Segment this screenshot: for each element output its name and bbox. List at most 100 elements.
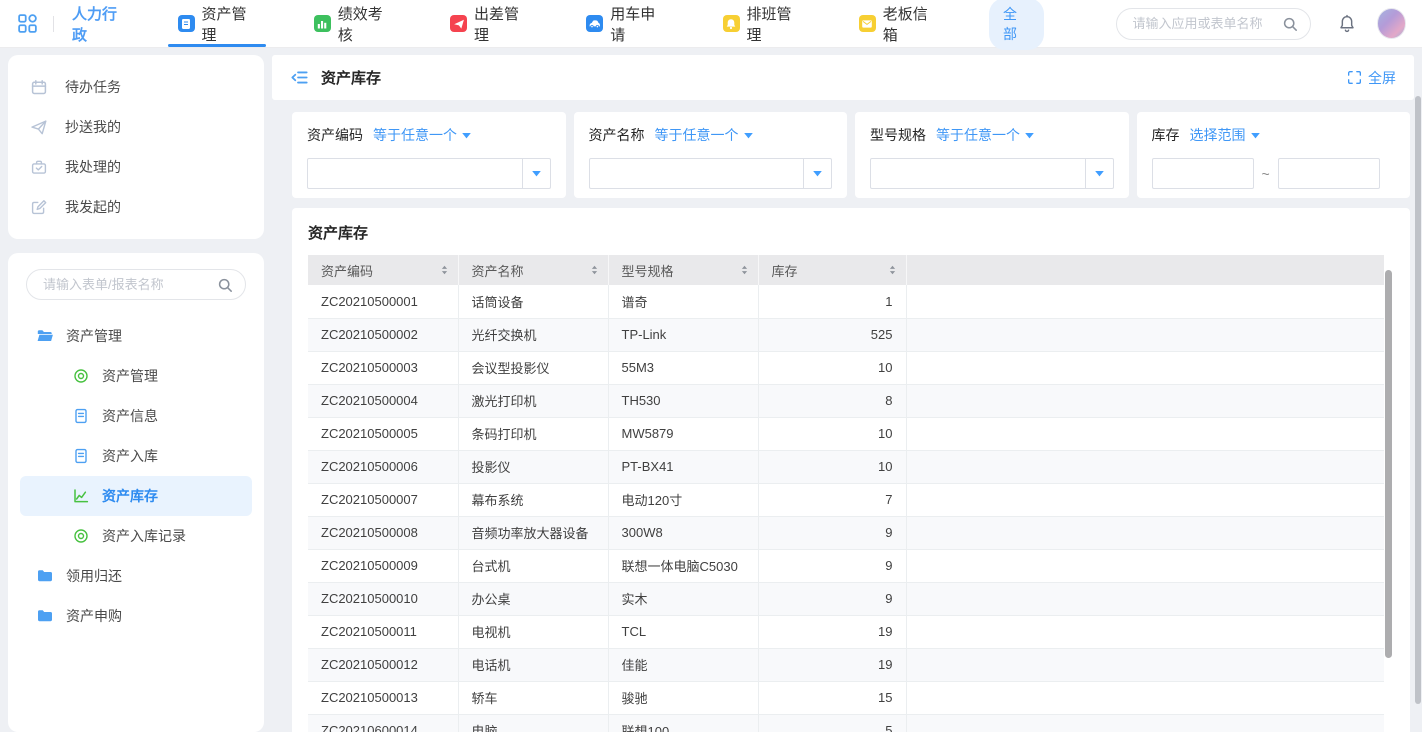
cell-empty (906, 450, 1384, 483)
tree-item-label: 领用归还 (66, 566, 122, 586)
cell-asset-name: 条码打印机 (458, 417, 608, 450)
table-row[interactable]: ZC20210500002光纤交换机TP-Link525 (308, 318, 1384, 351)
table-row[interactable]: ZC20210500012电话机佳能19 (308, 648, 1384, 681)
filter-head: 资产名称等于任意一个 (589, 125, 833, 145)
table-row[interactable]: ZC20210500003会议型投影仪55M310 (308, 351, 1384, 384)
cell-model-spec: 联想100 (608, 714, 758, 732)
cell-stock: 8 (758, 384, 906, 417)
fullscreen-button[interactable]: 全屏 (1347, 68, 1396, 88)
select-arrow-icon[interactable] (522, 159, 550, 188)
tree-item-2[interactable]: 资产管理 (20, 356, 252, 396)
tree-item-1[interactable]: 资产管理 (20, 316, 252, 356)
quick-item-label: 抄送我的 (65, 117, 121, 137)
cell-model-spec: 实木 (608, 582, 758, 615)
cell-asset-code: ZC20210500001 (308, 285, 458, 318)
search-icon[interactable] (1282, 16, 1298, 35)
filter-select[interactable] (870, 158, 1114, 189)
table-row[interactable]: ZC20210500004激光打印机TH5308 (308, 384, 1384, 417)
table-row[interactable]: ZC20210500007幕布系统电动120寸7 (308, 483, 1384, 516)
tree-item-5[interactable]: 资产库存 (20, 476, 252, 516)
table-row[interactable]: ZC20210500010办公桌实木9 (308, 582, 1384, 615)
caret-down-icon (461, 131, 472, 140)
filter-operator-dropdown[interactable]: 等于任意一个 (373, 125, 472, 145)
filter-operator-dropdown[interactable]: 等于任意一个 (655, 125, 754, 145)
notification-bell-icon[interactable] (1337, 14, 1357, 34)
cell-stock: 9 (758, 516, 906, 549)
table-row[interactable]: ZC20210500006投影仪PT-BX4110 (308, 450, 1384, 483)
cell-asset-code: ZC20210500002 (308, 318, 458, 351)
filter-card-4: 库存选择范围~ (1137, 112, 1411, 198)
table-row[interactable]: ZC20210500009台式机联想一体电脑C50309 (308, 549, 1384, 582)
table-row[interactable]: ZC20210500005条码打印机MW587910 (308, 417, 1384, 450)
cell-asset-code: ZC20210500013 (308, 681, 458, 714)
folder-icon (36, 607, 54, 625)
form-nav-card: 资产管理资产管理资产信息资产入库资产库存资产入库记录领用归还资产申购 (8, 253, 264, 732)
tree-item-3[interactable]: 资产信息 (20, 396, 252, 436)
nav-tab-6[interactable]: 老板信箱 (853, 0, 943, 47)
page-scrollbar[interactable] (1415, 96, 1421, 704)
range-max-input[interactable] (1278, 158, 1380, 189)
cell-model-spec: TCL (608, 615, 758, 648)
sort-icon[interactable] (739, 263, 750, 277)
all-apps-button[interactable]: 全部 (989, 0, 1044, 50)
sort-icon[interactable] (589, 263, 600, 277)
cell-model-spec: PT-BX41 (608, 450, 758, 483)
quick-item-3[interactable]: 我处理的 (8, 147, 264, 187)
cell-asset-name: 会议型投影仪 (458, 351, 608, 384)
filter-operator-dropdown[interactable]: 等于任意一个 (936, 125, 1035, 145)
filter-select[interactable] (307, 158, 551, 189)
page-title: 资产库存 (321, 67, 381, 88)
column-header-empty (906, 255, 1384, 285)
sidebar: 待办任务抄送我的我处理的我发起的 资产管理资产管理资产信息资产入库资产库存资产入… (8, 55, 264, 732)
table-row[interactable]: ZC20210500013轿车骏驰15 (308, 681, 1384, 714)
nav-tab-1[interactable]: 资产管理 (172, 0, 262, 47)
table-row[interactable]: ZC20210600014电脑联想1005 (308, 714, 1384, 732)
app-grid-icon[interactable] (16, 12, 39, 35)
quick-item-2[interactable]: 抄送我的 (8, 107, 264, 147)
search-icon[interactable] (217, 277, 233, 296)
cell-model-spec: 55M3 (608, 351, 758, 384)
table-row[interactable]: ZC20210500001话筒设备谱奇1 (308, 285, 1384, 318)
table-scrollbar[interactable] (1385, 270, 1392, 658)
tree-item-7[interactable]: 领用归还 (20, 556, 252, 596)
nav-tab-4[interactable]: 用车申请 (580, 0, 670, 47)
tree-item-8[interactable]: 资产申购 (20, 596, 252, 636)
cell-asset-name: 办公桌 (458, 582, 608, 615)
cell-stock: 7 (758, 483, 906, 516)
quick-item-4[interactable]: 我发起的 (8, 187, 264, 227)
top-nav: 人力行政 资产管理绩效考核出差管理用车申请排班管理老板信箱 全部 (0, 0, 1422, 48)
user-avatar[interactable] (1377, 8, 1406, 39)
filter-select[interactable] (589, 158, 833, 189)
nav-tab-2[interactable]: 绩效考核 (308, 0, 398, 47)
folder-icon (36, 567, 54, 585)
select-arrow-icon[interactable] (803, 159, 831, 188)
cell-asset-name: 电视机 (458, 615, 608, 648)
table-row[interactable]: ZC20210500011电视机TCL19 (308, 615, 1384, 648)
cell-stock: 19 (758, 648, 906, 681)
filter-label: 资产编码 (307, 125, 363, 145)
quick-item-1[interactable]: 待办任务 (8, 67, 264, 107)
range-min-input[interactable] (1152, 158, 1254, 189)
cell-model-spec: 电动120寸 (608, 483, 758, 516)
nav-tab-3[interactable]: 出差管理 (444, 0, 534, 47)
table-row[interactable]: ZC20210500008音频功率放大器设备300W89 (308, 516, 1384, 549)
menu-fold-icon[interactable] (290, 68, 309, 87)
cell-asset-name: 电脑 (458, 714, 608, 732)
quick-item-label: 待办任务 (65, 77, 121, 97)
cell-asset-code: ZC20210500005 (308, 417, 458, 450)
cell-empty (906, 384, 1384, 417)
select-arrow-icon[interactable] (1085, 159, 1113, 188)
column-header-inner: 型号规格 (609, 261, 758, 280)
form-search-input[interactable] (43, 277, 213, 292)
tree-item-4[interactable]: 资产入库 (20, 436, 252, 476)
app-search-input[interactable] (1133, 16, 1293, 31)
sort-icon[interactable] (887, 263, 898, 277)
workspace-label[interactable]: 人力行政 (72, 3, 130, 45)
app-bell-icon (723, 15, 740, 32)
tree-item-6[interactable]: 资产入库记录 (20, 516, 252, 556)
nav-tab-5[interactable]: 排班管理 (717, 0, 807, 47)
cell-stock: 15 (758, 681, 906, 714)
table-body: ZC20210500001话筒设备谱奇1ZC20210500002光纤交换机TP… (308, 285, 1384, 732)
filter-operator-dropdown[interactable]: 选择范围 (1190, 125, 1261, 145)
sort-icon[interactable] (439, 263, 450, 277)
